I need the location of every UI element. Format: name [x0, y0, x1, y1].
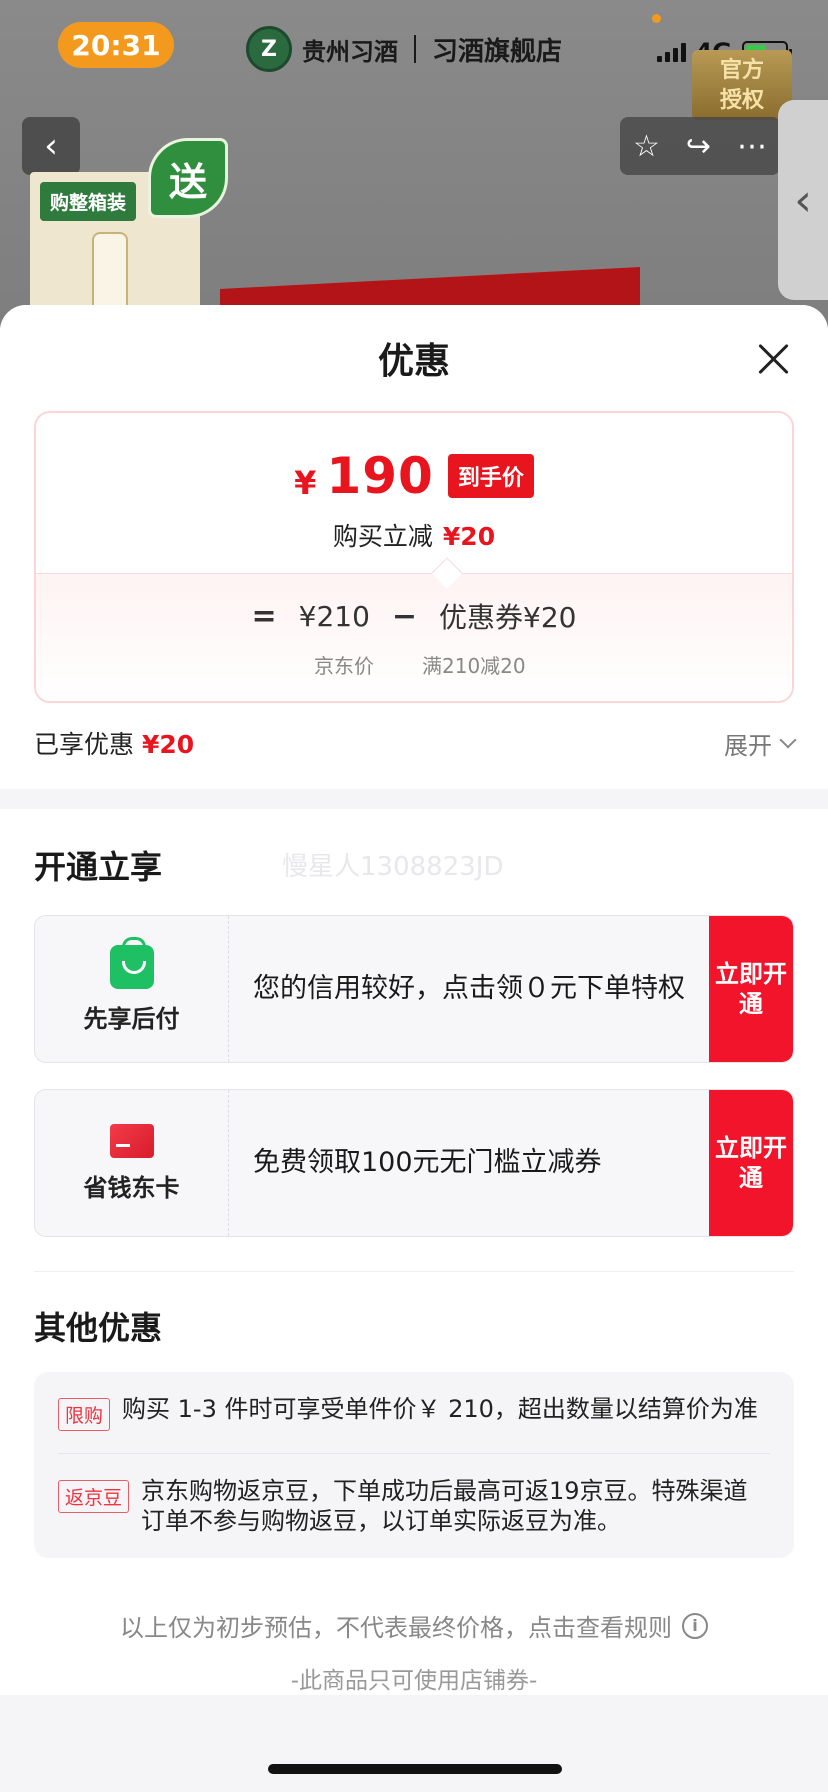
benefit-brand: 先享后付 — [35, 916, 229, 1062]
store-coupon-note: -此商品只可使用店铺券- — [290, 1668, 538, 1694]
open-now-button[interactable]: 立即开通 — [709, 1090, 793, 1236]
benefit-card-pay-later[interactable]: 先享后付 您的信用较好，点击领０元下单特权 立即开通 — [34, 915, 794, 1063]
discount-text: 购买 1-3 件时可享受单件价￥ 210，超出数量以结算价为准 — [122, 1395, 758, 1423]
discount-text: 京东购物返京豆，下单成功后最高可返19京豆。特殊渠道订单不参与购物返豆，以订单实… — [141, 1477, 748, 1535]
chevron-down-icon — [779, 731, 797, 749]
final-price: 190 — [326, 447, 434, 505]
other-section-title: 其他优惠 — [34, 1309, 163, 1347]
section-divider — [34, 1271, 794, 1272]
enjoyed-label: 已享优惠 — [34, 730, 135, 759]
credit-card-icon — [109, 1123, 154, 1158]
reduce-line: 购买立减 ¥20 — [333, 517, 495, 553]
benefit-brand: 省钱东卡 — [35, 1090, 229, 1236]
promo-label: 购整箱装 — [40, 182, 137, 221]
top-action-bar: ☆ ↪ ⋯ — [620, 117, 780, 175]
enjoyed-amount: ¥20 — [142, 730, 195, 759]
shopping-bag-icon — [109, 936, 154, 989]
other-discount-item: 返京豆 京东购物返京豆，下单成功后最高可返19京豆。特殊渠道订单不参与购物返豆，… — [58, 1453, 770, 1536]
final-price-line: ¥ 190 到手价 — [294, 447, 534, 505]
formula-row: = ¥210 − 优惠券¥20 — [36, 596, 792, 636]
store-logo-icon: Z — [246, 26, 292, 72]
store-header[interactable]: Z 贵州习酒 习酒旗舰店 — [246, 26, 562, 72]
signal-icon — [656, 42, 686, 62]
privacy-indicator-dot — [652, 14, 661, 23]
price-card: ¥ 190 到手价 购买立减 ¥20 = ¥210 − 优惠券¥20 京东价 满2… — [34, 411, 794, 703]
coupon-caption: 满210减20 — [422, 654, 526, 678]
expand-label: 展开 — [724, 731, 772, 760]
coupon-amount: 优惠券¥20 — [439, 601, 577, 634]
price-summary-section: 优惠 ¥ 190 到手价 购买立减 ¥20 = ¥210 − 优惠券¥20 京东… — [0, 305, 828, 789]
product-page-background: 20:31 Z 贵州习酒 习酒旗舰店 4G 官方 授权 ‹ ☆ ↪ ⋯ ‹ 购整… — [0, 0, 828, 330]
user-watermark: 慢星人1308823JD — [282, 852, 504, 882]
final-price-tag: 到手价 — [447, 454, 534, 498]
status-time: 20:31 — [58, 22, 174, 68]
final-price-block: ¥ 190 到手价 购买立减 ¥20 — [36, 413, 792, 575]
original-price: ¥210 — [298, 599, 370, 633]
chevron-left-icon: ‹ — [794, 174, 812, 226]
open-now-button[interactable]: 立即开通 — [709, 916, 793, 1062]
sheet-title: 优惠 — [377, 341, 450, 382]
minus-sign: − — [391, 598, 418, 634]
section-title-open: 开通立享 慢星人1308823JD — [34, 835, 794, 899]
open-benefits-section: 开通立享 慢星人1308823JD 先享后付 您的信用较好，点击领０元下单特权 … — [0, 809, 828, 1695]
other-discounts-list: 限购 购买 1-3 件时可享受单件价￥ 210，超出数量以结算价为准 返京豆 京… — [34, 1372, 794, 1558]
back-button[interactable]: ‹ — [22, 117, 80, 175]
expand-button[interactable]: 展开 — [724, 726, 797, 761]
gift-badge: 送 — [148, 138, 228, 218]
reduce-label: 购买立减 — [332, 522, 433, 551]
footer-note-text: 以上仅为初步预估，不代表最终价格，点击查看规则 — [120, 1614, 672, 1642]
price-formula: = ¥210 − 优惠券¥20 京东价 满210减20 — [36, 557, 792, 701]
sheet-header: 优惠 — [0, 305, 828, 411]
currency-symbol: ¥ — [294, 464, 317, 502]
info-icon: i — [682, 1612, 708, 1639]
enjoyed-discount-row: 已享优惠 ¥20 展开 — [34, 725, 797, 761]
side-drawer-handle[interactable]: ‹ — [778, 100, 828, 300]
discount-tag: 限购 — [58, 1398, 111, 1431]
auth-badge-line1: 官方 — [719, 58, 764, 83]
auth-badge-line2: 授权 — [719, 88, 764, 113]
discount-tag: 返京豆 — [58, 1480, 130, 1513]
store-name: 习酒旗舰店 — [432, 36, 563, 67]
other-discount-item: 限购 购买 1-3 件时可享受单件价￥ 210，超出数量以结算价为准 — [58, 1394, 770, 1431]
official-auth-badge: 官方 授权 — [692, 50, 792, 120]
benefit-desc: 您的信用较好，点击领０元下单特权 — [253, 973, 685, 1004]
enjoyed-discount: 已享优惠 ¥20 — [34, 725, 194, 761]
home-indicator[interactable] — [268, 1764, 562, 1774]
store-brand-name: 贵州习酒 — [302, 37, 398, 66]
open-section-title: 开通立享 — [34, 848, 163, 886]
benefit-desc: 免费领取100元无门槛立减券 — [253, 1147, 602, 1178]
rules-link[interactable]: 以上仅为初步预估，不代表最终价格，点击查看规则 i — [34, 1608, 794, 1643]
benefit-card-save-card[interactable]: 省钱东卡 免费领取100元无门槛立减券 立即开通 — [34, 1089, 794, 1237]
equals-sign: = — [251, 598, 277, 634]
discount-sheet: 优惠 ¥ 190 到手价 购买立减 ¥20 = ¥210 − 优惠券¥20 京东… — [0, 305, 828, 1792]
share-icon[interactable]: ↪ — [686, 129, 711, 164]
close-icon[interactable] — [756, 341, 790, 375]
more-icon[interactable]: ⋯ — [737, 129, 767, 164]
chevron-left-icon: ‹ — [44, 126, 58, 166]
original-price-caption: 京东价 — [314, 654, 374, 678]
benefit-name: 先享后付 — [83, 1004, 180, 1033]
favorite-star-icon[interactable]: ☆ — [633, 129, 660, 164]
benefit-name: 省钱东卡 — [83, 1173, 180, 1202]
brand-separator — [414, 35, 416, 63]
reduce-amount: ¥20 — [442, 522, 496, 551]
